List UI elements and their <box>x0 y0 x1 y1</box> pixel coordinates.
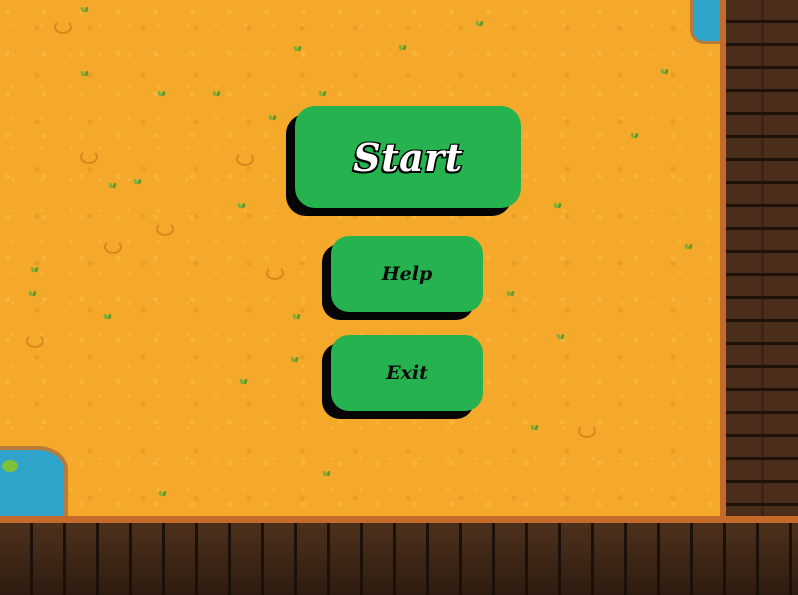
grass-tuft-decoration <box>212 90 222 96</box>
grass-tuft-decoration <box>158 490 168 496</box>
water-pool-bottom-left <box>0 446 68 516</box>
grass-tuft-decoration <box>239 378 249 384</box>
grass-tuft-decoration <box>630 132 640 138</box>
grass-tuft-decoration <box>553 202 563 208</box>
grass-tuft-decoration <box>30 266 40 272</box>
grass-tuft-decoration <box>157 90 167 96</box>
start-button-label: Start <box>353 134 463 180</box>
grass-tuft-decoration <box>103 313 113 319</box>
grass-tuft-decoration <box>80 70 90 76</box>
game-main-menu-screen: Start Help Exit <box>0 0 798 595</box>
sand-crater-decoration <box>236 152 254 166</box>
sand-crater-decoration <box>578 424 596 438</box>
grass-tuft-decoration <box>556 333 566 339</box>
sand-crater-decoration <box>80 150 98 164</box>
grass-tuft-decoration <box>237 202 247 208</box>
sand-crater-decoration <box>156 222 174 236</box>
grass-tuft-decoration <box>398 44 408 50</box>
grass-tuft-decoration <box>108 182 118 188</box>
exit-button[interactable]: Exit <box>331 335 483 411</box>
grass-tuft-decoration <box>80 6 90 12</box>
grass-tuft-decoration <box>660 68 670 74</box>
grass-tuft-decoration <box>684 243 694 249</box>
grass-tuft-decoration <box>292 313 302 319</box>
grass-tuft-decoration <box>530 424 540 430</box>
help-button[interactable]: Help <box>331 236 483 312</box>
start-button[interactable]: Start <box>295 106 521 208</box>
grass-tuft-decoration <box>293 45 303 51</box>
lily-pad-decoration <box>2 460 18 472</box>
sand-crater-decoration <box>104 240 122 254</box>
wooden-wall-right <box>720 0 798 522</box>
help-button-label: Help <box>381 263 433 285</box>
grass-tuft-decoration <box>506 290 516 296</box>
grass-tuft-decoration <box>28 290 38 296</box>
grass-tuft-decoration <box>268 114 278 120</box>
sand-crater-decoration <box>54 20 72 34</box>
grass-tuft-decoration <box>318 90 328 96</box>
sand-crater-decoration <box>26 334 44 348</box>
grass-tuft-decoration <box>290 356 300 362</box>
grass-tuft-decoration <box>322 470 332 476</box>
water-pool-top-right <box>690 0 722 44</box>
sand-crater-decoration <box>266 266 284 280</box>
wooden-wall-bottom <box>0 516 798 595</box>
grass-tuft-decoration <box>133 178 143 184</box>
grass-tuft-decoration <box>475 20 485 26</box>
exit-button-label: Exit <box>386 362 428 384</box>
